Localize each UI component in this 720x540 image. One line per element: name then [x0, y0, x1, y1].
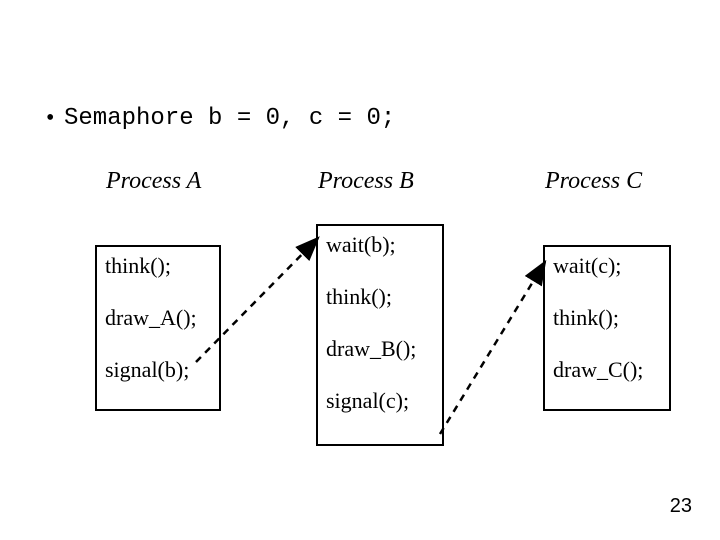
code-gap [326, 268, 434, 284]
process-c-title: Process C [545, 168, 642, 195]
process-b-box: wait(b); think(); draw_B(); signal(c); [316, 224, 444, 446]
bullet-code-line: Semaphore b = 0, c = 0; [64, 105, 395, 132]
process-c-box: wait(c); think(); draw_C(); [543, 245, 671, 411]
code-line: draw_C(); [553, 357, 661, 393]
code-line: think(); [326, 284, 434, 320]
code-line: wait(b); [326, 232, 434, 268]
code-line: think(); [553, 305, 661, 341]
slide: Semaphore b = 0, c = 0; Process A Proces… [0, 0, 720, 540]
code-gap [105, 341, 211, 357]
code-gap [326, 372, 434, 388]
code-line: think(); [105, 253, 211, 289]
process-a-box: think(); draw_A(); signal(b); [95, 245, 221, 411]
code-gap [553, 289, 661, 305]
code-line: wait(c); [553, 253, 661, 289]
process-b-title: Process B [318, 168, 414, 195]
page-number: 23 [670, 495, 692, 518]
code-line: draw_B(); [326, 336, 434, 372]
code-gap [105, 289, 211, 305]
code-line: signal(c); [326, 388, 434, 424]
code-gap [326, 320, 434, 336]
process-a-title: Process A [106, 168, 201, 195]
code-line: draw_A(); [105, 305, 211, 341]
code-line: signal(b); [105, 357, 211, 393]
arrow-signal-c-to-wait-c [440, 262, 545, 434]
code-gap [553, 341, 661, 357]
